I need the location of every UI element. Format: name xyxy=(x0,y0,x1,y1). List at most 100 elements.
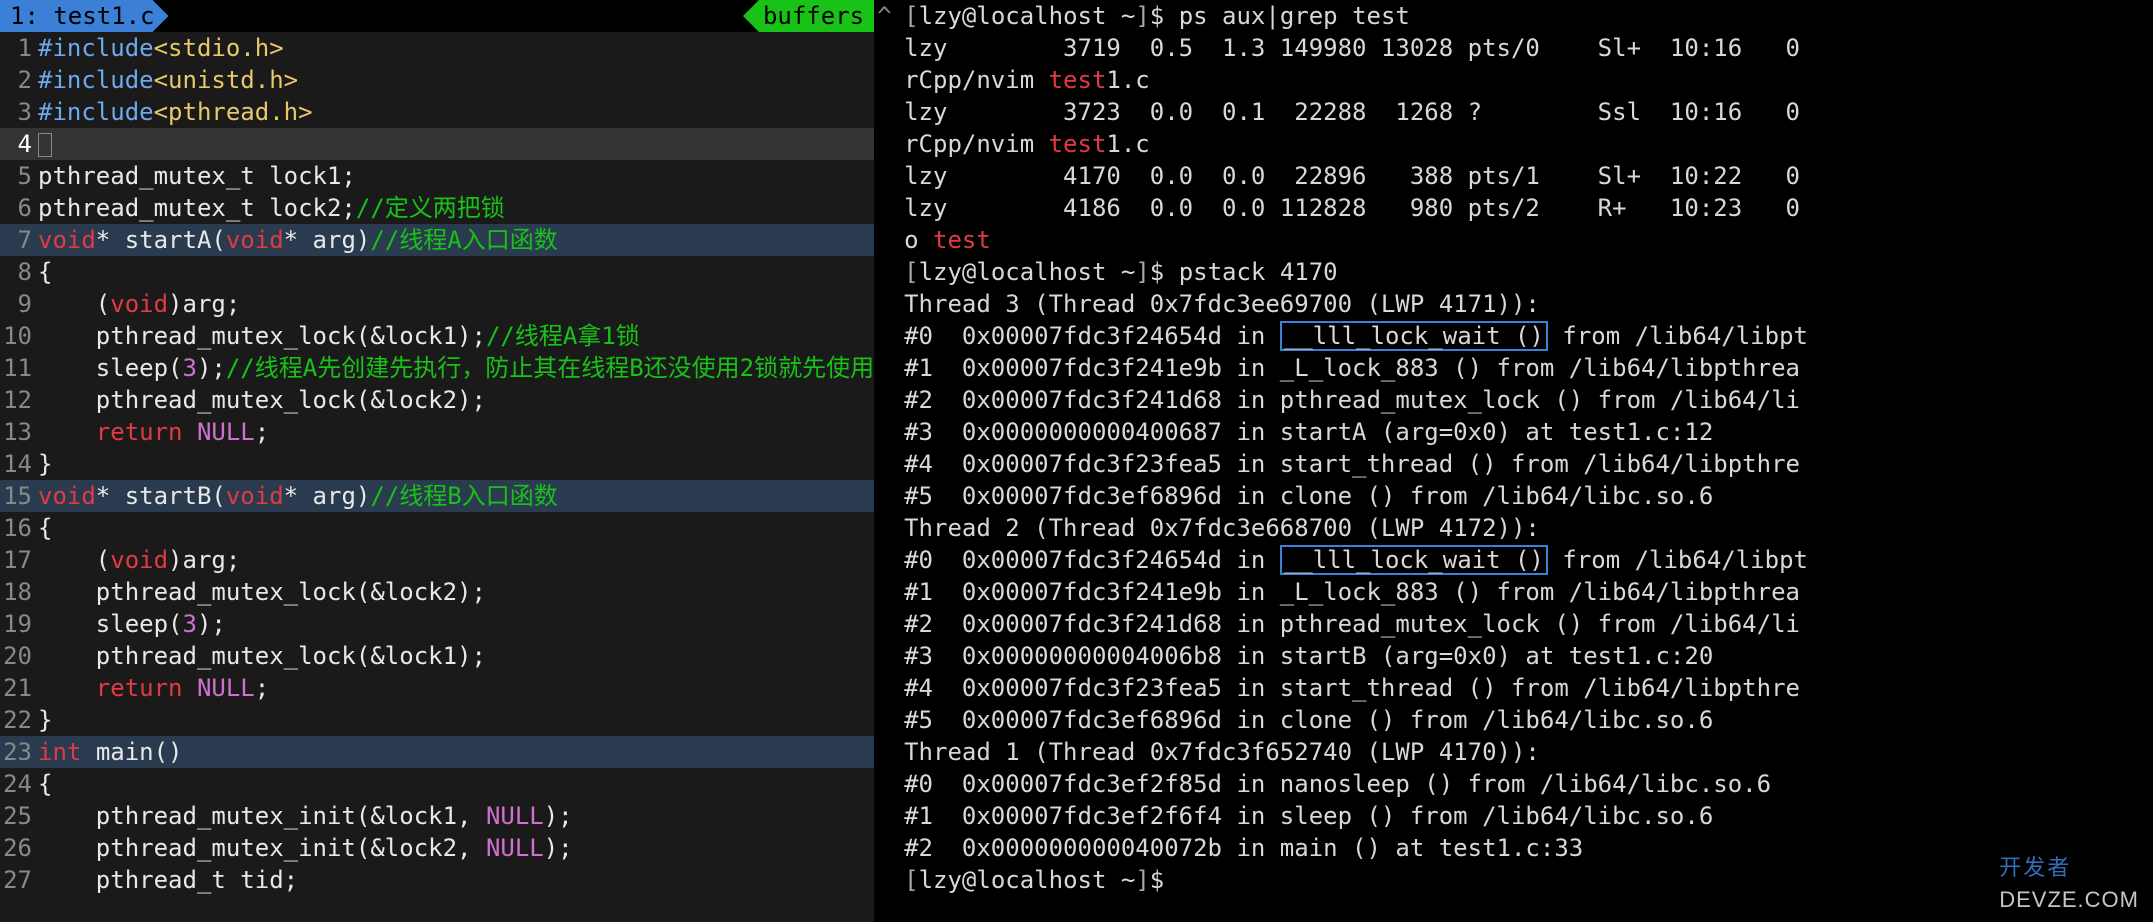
code-text[interactable]: } xyxy=(38,448,874,480)
terminal-line[interactable]: #5 0x00007fdc3ef6896d in clone () from /… xyxy=(904,480,2153,512)
terminal-line[interactable]: #4 0x00007fdc3f23fea5 in start_thread ()… xyxy=(904,672,2153,704)
code-text[interactable]: (void)arg; xyxy=(38,288,874,320)
code-text[interactable]: void* startA(void* arg)//线程A入口函数 xyxy=(38,224,874,256)
code-line[interactable]: 15void* startB(void* arg)//线程B入口函数 xyxy=(0,480,874,512)
code-line[interactable]: 27 pthread_t tid; xyxy=(0,864,874,896)
buffers-indicator[interactable]: buffers xyxy=(743,0,874,32)
code-text[interactable]: pthread_mutex_lock(&lock2); xyxy=(38,384,874,416)
code-text[interactable]: pthread_mutex_lock(&lock2); xyxy=(38,576,874,608)
gutter-line-number: 24 xyxy=(0,768,38,800)
code-text[interactable]: } xyxy=(38,704,874,736)
code-area[interactable]: 1#include<stdio.h>2#include<unistd.h>3#i… xyxy=(0,32,874,922)
gutter-line-number: 10 xyxy=(0,320,38,352)
terminal-line[interactable]: [lzy@localhost ~]$ pstack 4170 xyxy=(904,256,2153,288)
code-text[interactable]: #include<stdio.h> xyxy=(38,32,874,64)
code-line[interactable]: 24{ xyxy=(0,768,874,800)
code-line[interactable]: 20 pthread_mutex_lock(&lock1); xyxy=(0,640,874,672)
code-line[interactable]: 12 pthread_mutex_lock(&lock2); xyxy=(0,384,874,416)
code-line[interactable]: 22} xyxy=(0,704,874,736)
terminal-line[interactable]: #2 0x00007fdc3f241d68 in pthread_mutex_l… xyxy=(904,608,2153,640)
code-line[interactable]: 1#include<stdio.h> xyxy=(0,32,874,64)
code-line[interactable]: 26 pthread_mutex_init(&lock2, NULL); xyxy=(0,832,874,864)
terminal-line[interactable]: [lzy@localhost ~]$ ps aux|grep test xyxy=(904,0,2153,32)
code-text[interactable]: int main() xyxy=(38,736,874,768)
terminal-line[interactable]: lzy 4186 0.0 0.0 112828 980 pts/2 R+ 10:… xyxy=(904,192,2153,224)
gutter-line-number: 23 xyxy=(0,736,38,768)
code-text[interactable]: { xyxy=(38,768,874,800)
code-line[interactable]: 9 (void)arg; xyxy=(0,288,874,320)
code-line[interactable]: 3#include<pthread.h> xyxy=(0,96,874,128)
terminal-line[interactable]: #4 0x00007fdc3f23fea5 in start_thread ()… xyxy=(904,448,2153,480)
code-text[interactable]: void* startB(void* arg)//线程B入口函数 xyxy=(38,480,874,512)
terminal-line[interactable]: #3 0x00000000004006b8 in startB (arg=0x0… xyxy=(904,640,2153,672)
gutter-line-number: 21 xyxy=(0,672,38,704)
terminal-line[interactable]: #1 0x00007fdc3f241e9b in _L_lock_883 () … xyxy=(904,352,2153,384)
grep-match: test xyxy=(933,226,991,254)
code-text[interactable]: pthread_mutex_lock(&lock1);//线程A拿1锁 xyxy=(38,320,874,352)
code-text[interactable]: sleep(3);//线程A先创建先执行，防止其在线程B还没使用2锁就先使用 xyxy=(38,352,874,384)
terminal-line[interactable]: #0 0x00007fdc3ef2f85d in nanosleep () fr… xyxy=(904,768,2153,800)
gutter-line-number: 27 xyxy=(0,864,38,896)
terminal-pane[interactable]: [lzy@localhost ~]$ ps aux|grep testlzy 3… xyxy=(894,0,2153,922)
code-line[interactable]: 23int main() xyxy=(0,736,874,768)
code-line[interactable]: 25 pthread_mutex_init(&lock1, NULL); xyxy=(0,800,874,832)
tab-active[interactable]: 1: test1.c xyxy=(0,0,169,32)
cursor xyxy=(38,133,52,157)
code-text[interactable]: return NULL; xyxy=(38,672,874,704)
code-text[interactable]: { xyxy=(38,512,874,544)
code-text[interactable]: pthread_t tid; xyxy=(38,864,874,896)
code-text[interactable]: return NULL; xyxy=(38,416,874,448)
terminal-line[interactable]: #1 0x00007fdc3f241e9b in _L_lock_883 () … xyxy=(904,576,2153,608)
code-line[interactable]: 11 sleep(3);//线程A先创建先执行，防止其在线程B还没使用2锁就先使… xyxy=(0,352,874,384)
grep-match: test xyxy=(1049,130,1107,158)
code-text[interactable]: pthread_mutex_t lock2;//定义两把锁 xyxy=(38,192,874,224)
code-line[interactable]: 2#include<unistd.h> xyxy=(0,64,874,96)
terminal-line[interactable]: Thread 1 (Thread 0x7fdc3f652740 (LWP 417… xyxy=(904,736,2153,768)
gutter-line-number: 25 xyxy=(0,800,38,832)
code-line[interactable]: 14} xyxy=(0,448,874,480)
code-line[interactable]: 16{ xyxy=(0,512,874,544)
gutter-line-number: 14 xyxy=(0,448,38,480)
terminal-line[interactable]: rCpp/nvim test1.c xyxy=(904,64,2153,96)
terminal-line[interactable]: #2 0x000000000040072b in main () at test… xyxy=(904,832,2153,864)
code-line[interactable]: 13 return NULL; xyxy=(0,416,874,448)
code-text[interactable] xyxy=(38,128,874,160)
code-text[interactable]: pthread_mutex_lock(&lock1); xyxy=(38,640,874,672)
terminal-line[interactable]: [lzy@localhost ~]$ xyxy=(904,864,2153,896)
code-text[interactable]: { xyxy=(38,256,874,288)
code-line[interactable]: 19 sleep(3); xyxy=(0,608,874,640)
code-line[interactable]: 21 return NULL; xyxy=(0,672,874,704)
code-line[interactable]: 17 (void)arg; xyxy=(0,544,874,576)
code-line[interactable]: 7void* startA(void* arg)//线程A入口函数 xyxy=(0,224,874,256)
terminal-line[interactable]: Thread 3 (Thread 0x7fdc3ee69700 (LWP 417… xyxy=(904,288,2153,320)
code-line[interactable]: 8{ xyxy=(0,256,874,288)
code-text[interactable]: pthread_mutex_t lock1; xyxy=(38,160,874,192)
terminal-line[interactable]: #0 0x00007fdc3f24654d in __lll_lock_wait… xyxy=(904,320,2153,352)
terminal-line[interactable]: lzy 3719 0.5 1.3 149980 13028 pts/0 Sl+ … xyxy=(904,32,2153,64)
vertical-scrollbar[interactable]: ^ xyxy=(874,0,894,922)
terminal-line[interactable]: #1 0x00007fdc3ef2f6f4 in sleep () from /… xyxy=(904,800,2153,832)
code-text[interactable]: pthread_mutex_init(&lock1, NULL); xyxy=(38,800,874,832)
code-line[interactable]: 4 xyxy=(0,128,874,160)
terminal-line[interactable]: o test xyxy=(904,224,2153,256)
terminal-line[interactable]: #2 0x00007fdc3f241d68 in pthread_mutex_l… xyxy=(904,384,2153,416)
code-text[interactable]: #include<unistd.h> xyxy=(38,64,874,96)
terminal-line[interactable]: lzy 3723 0.0 0.1 22288 1268 ? Ssl 10:16 … xyxy=(904,96,2153,128)
code-line[interactable]: 5pthread_mutex_t lock1; xyxy=(0,160,874,192)
terminal-line[interactable]: #3 0x0000000000400687 in startA (arg=0x0… xyxy=(904,416,2153,448)
code-text[interactable]: (void)arg; xyxy=(38,544,874,576)
editor-pane[interactable]: 1: test1.c buffers 1#include<stdio.h>2#i… xyxy=(0,0,874,922)
terminal-line[interactable]: #0 0x00007fdc3f24654d in __lll_lock_wait… xyxy=(904,544,2153,576)
code-line[interactable]: 6pthread_mutex_t lock2;//定义两把锁 xyxy=(0,192,874,224)
terminal-line[interactable]: rCpp/nvim test1.c xyxy=(904,128,2153,160)
terminal-line[interactable]: lzy 4170 0.0 0.0 22896 388 pts/1 Sl+ 10:… xyxy=(904,160,2153,192)
terminal-line[interactable]: Thread 2 (Thread 0x7fdc3e668700 (LWP 417… xyxy=(904,512,2153,544)
scrollbar-up-icon[interactable]: ^ xyxy=(877,0,891,12)
code-text[interactable]: pthread_mutex_init(&lock2, NULL); xyxy=(38,832,874,864)
code-line[interactable]: 10 pthread_mutex_lock(&lock1);//线程A拿1锁 xyxy=(0,320,874,352)
code-text[interactable]: sleep(3); xyxy=(38,608,874,640)
code-line[interactable]: 18 pthread_mutex_lock(&lock2); xyxy=(0,576,874,608)
gutter-line-number: 5 xyxy=(0,160,38,192)
terminal-line[interactable]: #5 0x00007fdc3ef6896d in clone () from /… xyxy=(904,704,2153,736)
code-text[interactable]: #include<pthread.h> xyxy=(38,96,874,128)
